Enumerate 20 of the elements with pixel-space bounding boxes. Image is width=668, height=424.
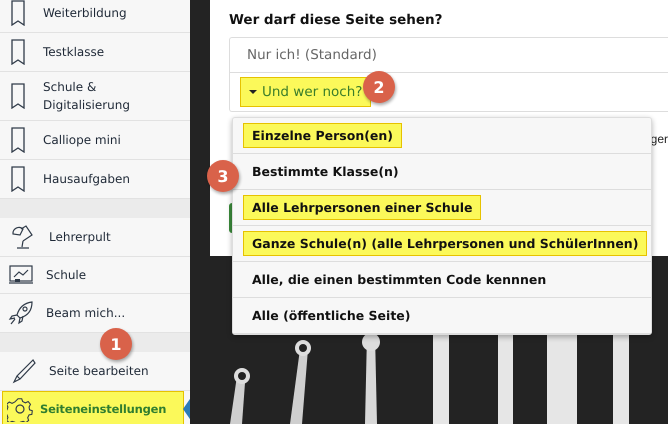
dropdown-option[interactable]: Bestimmte Klasse(n) <box>243 159 408 184</box>
dropdown-option[interactable]: Alle, die einen bestimmten Code kennnen <box>243 267 556 292</box>
section-heading: Wer darf diese Seite sehen? <box>229 12 444 28</box>
bookmark-icon <box>11 166 25 192</box>
bookmark-icon <box>11 0 25 26</box>
rocket-icon <box>8 300 34 326</box>
dropdown-option[interactable]: Alle (öffentliche Seite) <box>243 303 420 328</box>
dropdown-option[interactable]: Einzelne Person(en) <box>243 123 402 148</box>
dropdown-option[interactable]: Alle Lehrpersonen einer Schule <box>243 195 482 220</box>
select-option[interactable]: Nur ich! (Standard) <box>230 38 668 73</box>
pencil-icon <box>11 358 37 384</box>
dropdown-option[interactable]: Ganze Schule(n) (alle Lehrpersonen und SchülerInnen) <box>243 231 648 256</box>
more-button[interactable]: Und wer noch? <box>240 77 372 107</box>
chalkboard-icon <box>8 264 34 286</box>
bookmark-icon <box>11 127 25 153</box>
settings-icon <box>7 396 33 422</box>
bookmark-icon <box>11 83 25 109</box>
bookmark-icon <box>11 39 25 65</box>
sidebar-item[interactable]: Weiterbildung <box>0 0 190 33</box>
caret-icon <box>249 90 257 94</box>
